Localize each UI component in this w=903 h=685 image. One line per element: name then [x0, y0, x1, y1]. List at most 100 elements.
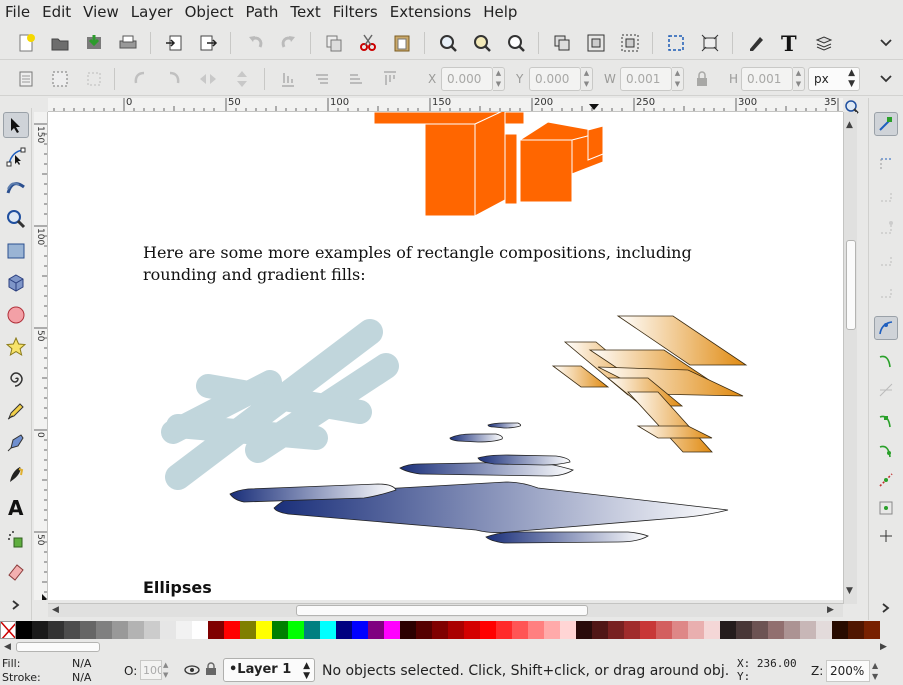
palette-scroll-thumb[interactable] [16, 642, 100, 652]
color-swatch[interactable] [528, 621, 544, 639]
color-swatch[interactable] [256, 621, 272, 639]
color-swatch[interactable] [768, 621, 784, 639]
color-swatch[interactable] [48, 621, 64, 639]
color-swatch[interactable] [576, 621, 592, 639]
navy-shape[interactable] [449, 433, 503, 443]
menu-extensions[interactable]: Extensions [387, 0, 474, 24]
color-swatch[interactable] [80, 621, 96, 639]
gold-shape[interactable] [636, 425, 713, 439]
navy-shape[interactable] [485, 531, 649, 544]
color-swatch[interactable] [864, 621, 880, 639]
chevron-right-icon[interactable] [874, 596, 898, 620]
rotate-cw-icon[interactable] [162, 67, 186, 91]
color-swatch[interactable] [304, 621, 320, 639]
deselect-icon[interactable] [82, 67, 106, 91]
color-swatch[interactable] [176, 621, 192, 639]
color-swatch[interactable] [816, 621, 832, 639]
calligraphy-tool-icon[interactable] [3, 462, 29, 488]
vertical-scroll-thumb[interactable] [846, 240, 856, 330]
horizontal-scroll-thumb[interactable] [296, 605, 588, 616]
pencil-tool-icon[interactable] [3, 398, 29, 424]
layers-dialog-icon[interactable] [812, 31, 836, 55]
color-swatch[interactable] [320, 621, 336, 639]
color-swatch[interactable] [352, 621, 368, 639]
color-swatch[interactable] [512, 621, 528, 639]
gold-parallelograms[interactable] [551, 315, 748, 453]
tweak-tool-icon[interactable] [3, 174, 29, 200]
snap-toggle-icon[interactable] [874, 112, 898, 136]
horizontal-scrollbar[interactable]: ◀ ▶ [48, 603, 843, 617]
paste-icon[interactable] [390, 31, 414, 55]
opacity-input[interactable]: 100 [140, 660, 162, 680]
box3d-tool-icon[interactable] [3, 270, 29, 296]
color-swatch[interactable] [336, 621, 352, 639]
chevron-right-icon[interactable] [3, 592, 29, 618]
snap-bbox-edge-icon[interactable] [874, 184, 898, 208]
menu-layer[interactable]: Layer [128, 0, 176, 24]
color-swatch[interactable] [688, 621, 704, 639]
menu-path[interactable]: Path [242, 0, 281, 24]
stroke-value[interactable]: N/A [72, 671, 91, 684]
color-swatch[interactable] [128, 621, 144, 639]
color-swatch[interactable] [704, 621, 720, 639]
color-swatch[interactable] [32, 621, 48, 639]
node-tool-icon[interactable] [3, 144, 29, 170]
raise-to-top-icon[interactable] [378, 67, 402, 91]
color-swatch[interactable] [640, 621, 656, 639]
duplicate-icon[interactable] [550, 31, 574, 55]
zoom-input[interactable]: 200% [826, 660, 870, 682]
new-document-icon[interactable] [14, 31, 38, 55]
spray-tool-icon[interactable] [3, 526, 29, 552]
y-spinner[interactable]: ▲ ▼ [581, 67, 593, 91]
zoom-page-icon[interactable] [504, 31, 528, 55]
zoom-spinner[interactable]: ▲ ▼ [872, 660, 886, 682]
snap-bbox-midpoint-icon[interactable] [874, 248, 898, 272]
color-swatch[interactable] [752, 621, 768, 639]
star-tool-icon[interactable] [3, 334, 29, 360]
fill-stroke-dialog-icon[interactable] [664, 31, 688, 55]
copy-icon[interactable] [322, 31, 346, 55]
menu-help[interactable]: Help [480, 0, 520, 24]
vertical-scrollbar[interactable]: ▲ ▼ [843, 112, 857, 604]
orange-box-front[interactable] [424, 123, 476, 217]
scroll-up-icon[interactable]: ▲ [846, 120, 853, 130]
snap-cusp-icon[interactable] [874, 408, 898, 432]
snap-line-midpoint-icon[interactable] [874, 468, 898, 492]
teal-bar[interactable] [166, 414, 328, 450]
spiral-tool-icon[interactable] [3, 366, 29, 392]
color-swatch[interactable] [240, 621, 256, 639]
color-swatch[interactable] [832, 621, 848, 639]
palette-scrollbar[interactable]: ◀ ▶ [0, 640, 903, 654]
select-all-layers-icon[interactable] [48, 67, 72, 91]
drawing-canvas[interactable]: Here are some more examples of rectangle… [48, 112, 843, 600]
redo-icon[interactable] [276, 31, 300, 55]
color-swatch[interactable] [64, 621, 80, 639]
palette-scroll-right-icon[interactable]: ▶ [880, 642, 887, 652]
color-swatch[interactable] [144, 621, 160, 639]
select-all-icon[interactable] [14, 67, 38, 91]
x-spinner[interactable]: ▲ ▼ [493, 67, 505, 91]
orange-box-side-3[interactable] [587, 125, 604, 161]
text-font-dialog-icon[interactable]: T [778, 31, 802, 55]
export-icon[interactable] [196, 31, 220, 55]
rotate-ccw-icon[interactable] [128, 67, 152, 91]
undo-icon[interactable] [244, 31, 268, 55]
xml-editor-icon[interactable] [744, 31, 768, 55]
lock-icon[interactable] [692, 67, 712, 91]
zoom-selection-icon[interactable] [436, 31, 460, 55]
color-swatch[interactable] [624, 621, 640, 639]
orange-box-group[interactable] [373, 112, 604, 217]
color-swatch[interactable] [720, 621, 736, 639]
color-swatch[interactable] [544, 621, 560, 639]
orange-box-side[interactable] [474, 112, 506, 217]
color-swatch[interactable] [224, 621, 240, 639]
w-spinner[interactable]: ▲ ▼ [672, 67, 684, 91]
unit-select[interactable]: px ▲ ▼ [808, 67, 860, 91]
text-tool-icon[interactable]: A [3, 494, 29, 520]
no-paint-swatch[interactable] [0, 621, 16, 639]
layer-dropdown[interactable]: •Layer 1 ▲ ▼ [223, 658, 315, 682]
scroll-right-icon[interactable]: ▶ [827, 605, 834, 615]
orange-box-front-2[interactable] [519, 139, 573, 203]
pen-tool-icon[interactable] [3, 430, 29, 456]
menu-edit[interactable]: Edit [39, 0, 74, 24]
